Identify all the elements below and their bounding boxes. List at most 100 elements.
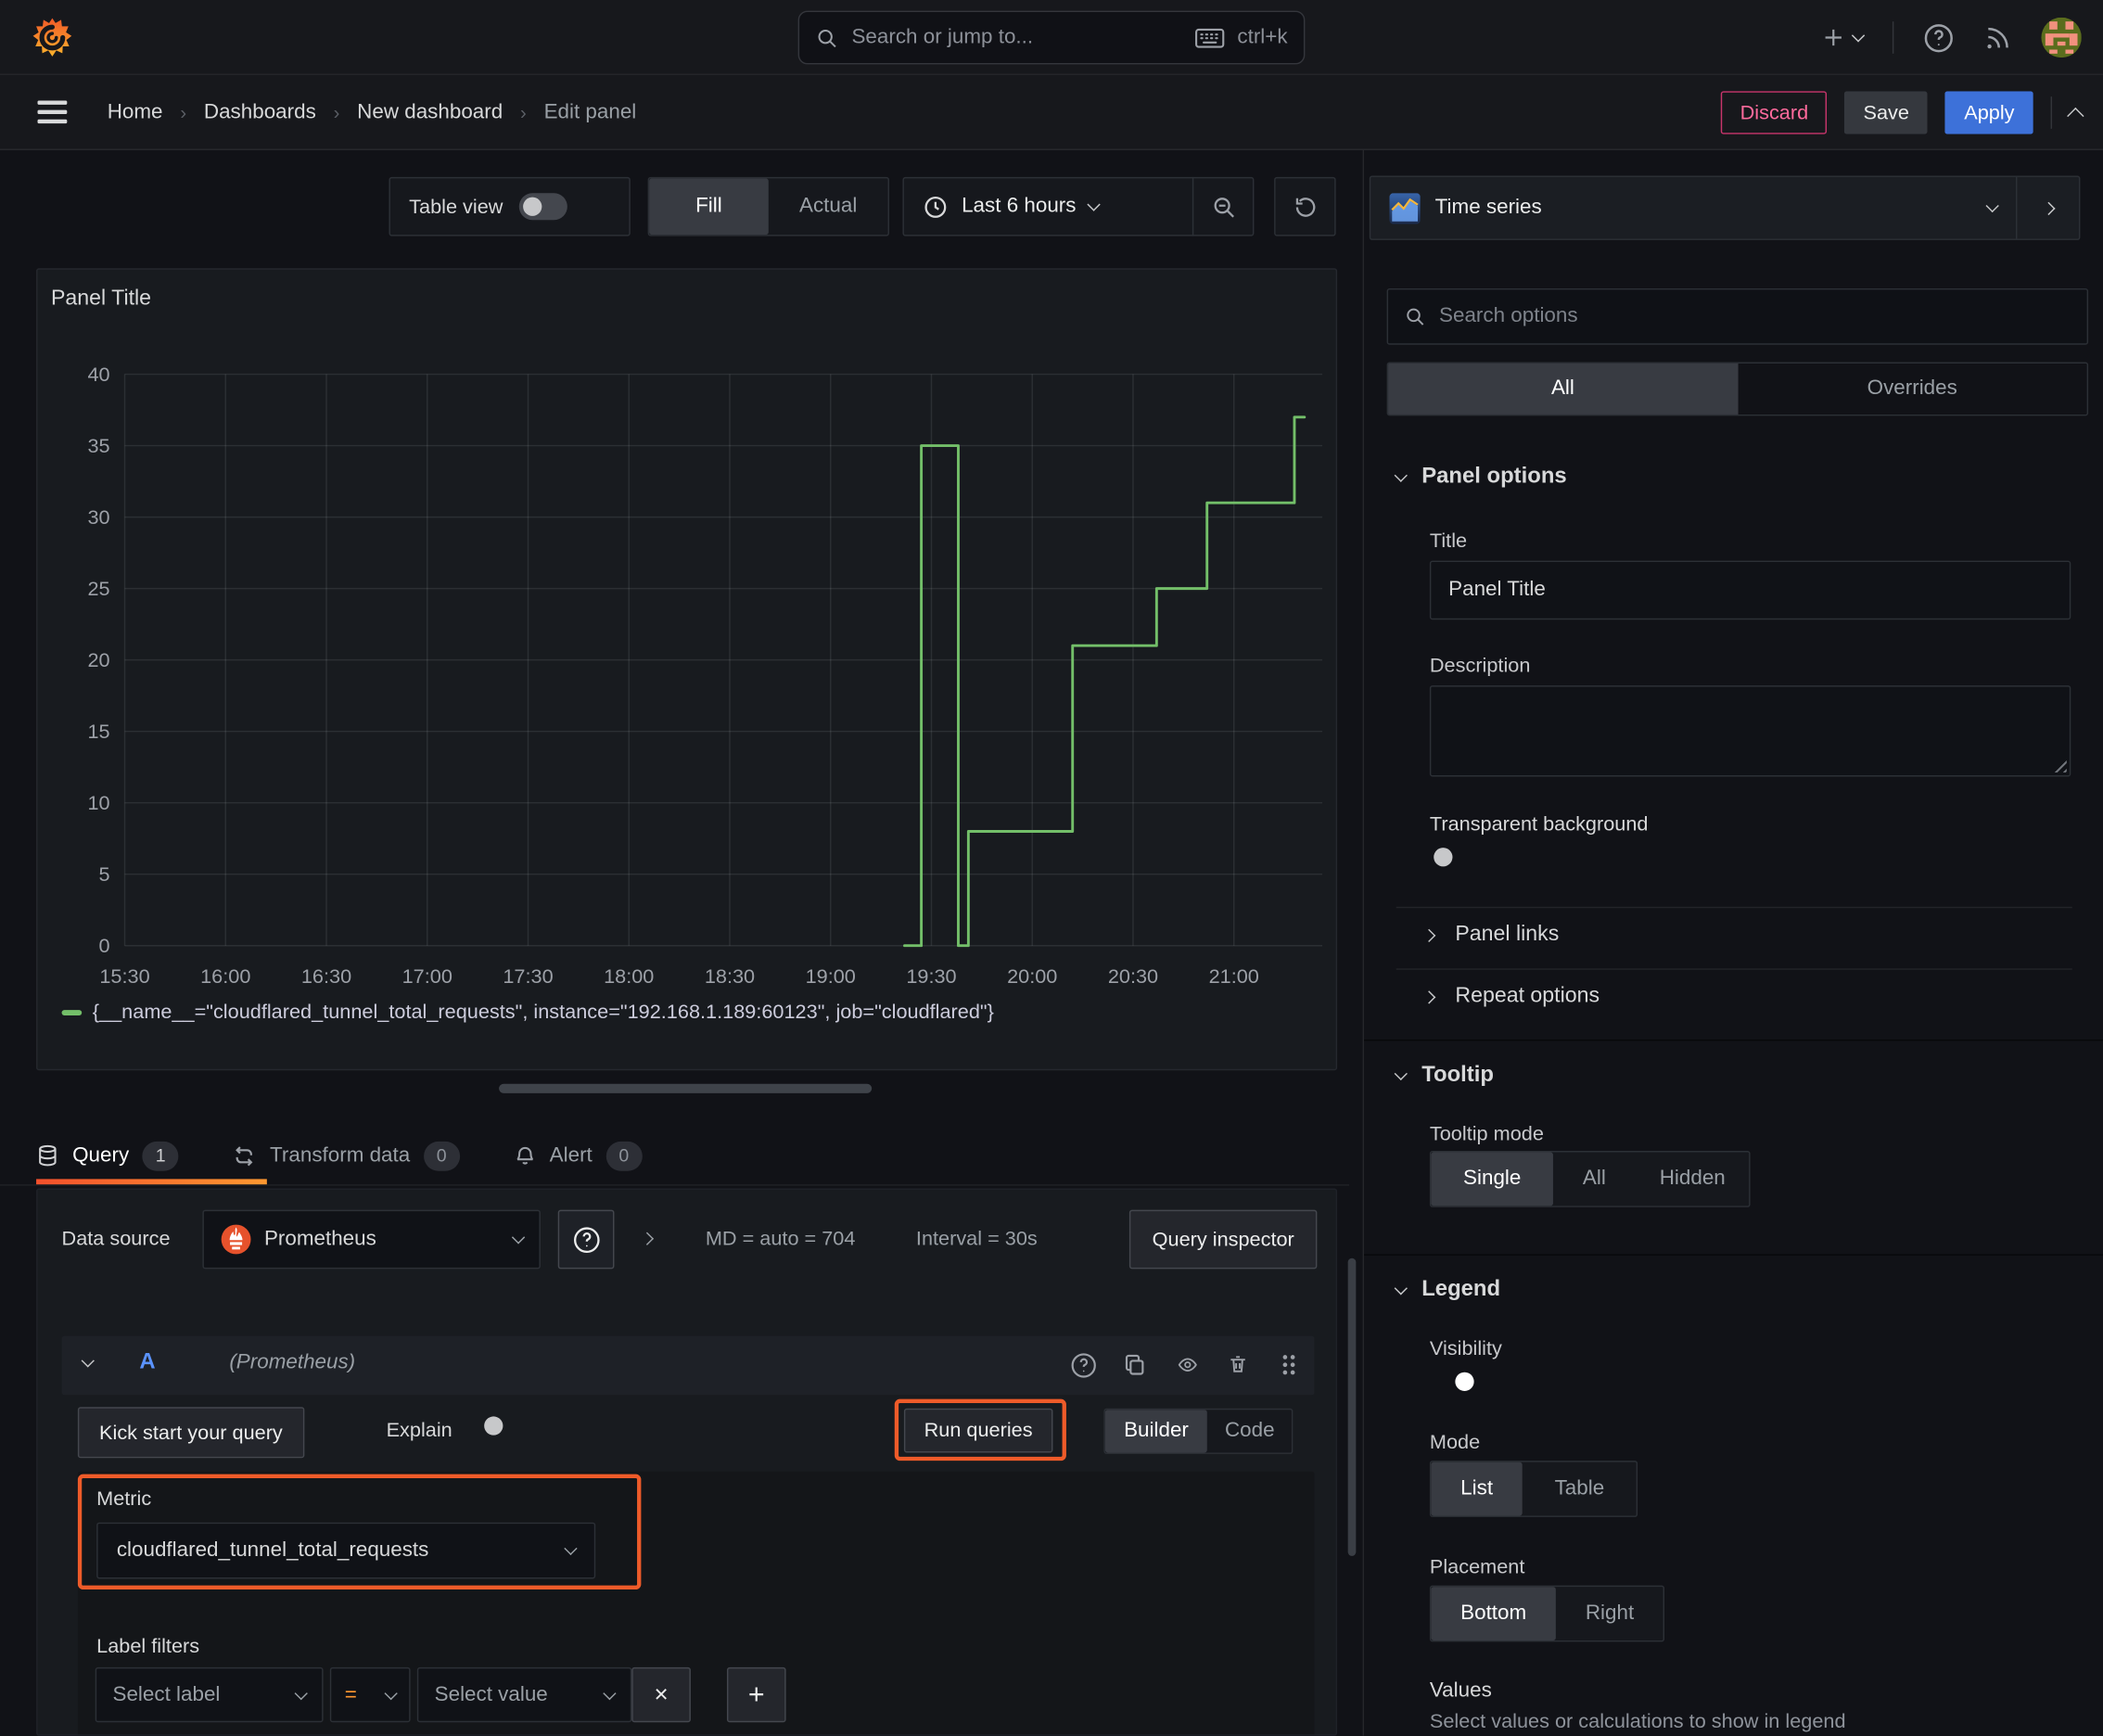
collapse-header-button[interactable] [2067, 107, 2084, 124]
breadcrumb-new-dashboard[interactable]: New dashboard [357, 100, 503, 124]
table-view-toggle[interactable] [518, 193, 567, 221]
actual-option[interactable]: Actual [769, 178, 888, 235]
database-icon [36, 1142, 59, 1168]
explain-label: Explain [386, 1419, 452, 1442]
user-avatar[interactable] [2041, 17, 2082, 58]
section-panel-links[interactable]: Panel links [1422, 923, 1559, 947]
section-tooltip[interactable]: Tooltip [1394, 1063, 1494, 1088]
query-editor-panel: Data source Prometheus MD = auto = 704 I… [36, 1188, 1338, 1736]
run-queries-button[interactable]: Run queries [903, 1408, 1053, 1453]
fill-actual-segmented: Fill Actual [647, 176, 889, 236]
collapse-query-chevron[interactable] [81, 1354, 95, 1368]
select-value-placeholder: Select value [434, 1682, 548, 1706]
tooltip-mode-hidden[interactable]: Hidden [1636, 1152, 1750, 1206]
breadcrumb-bar: Home › Dashboards › New dashboard › Edit… [0, 74, 2103, 150]
chevron-down-icon [294, 1686, 308, 1700]
legend-placement-bottom[interactable]: Bottom [1431, 1587, 1557, 1640]
editor-tabs: Query 1 Transform data 0 Alert 0 [0, 1127, 1350, 1186]
tab-overrides[interactable]: Overrides [1738, 364, 2087, 415]
hide-query-eye-icon[interactable] [1175, 1355, 1200, 1375]
toggle-viz-pane-button[interactable] [2017, 177, 2079, 239]
tab-alert[interactable]: Alert 0 [514, 1127, 643, 1184]
table-view-label: Table view [409, 195, 503, 219]
time-range-label: Last 6 hours [962, 194, 1077, 218]
select-value-dropdown[interactable]: Select value [416, 1666, 632, 1723]
legend-mode-table[interactable]: Table [1523, 1462, 1637, 1516]
query-row-header[interactable]: A (Prometheus) [61, 1335, 1315, 1396]
metric-select[interactable]: cloudflared_tunnel_total_requests [96, 1522, 596, 1579]
code-option[interactable]: Code [1207, 1410, 1292, 1452]
chevron-down-icon [1087, 198, 1102, 211]
chevron-down-icon [1394, 467, 1408, 482]
panel-resize-handle[interactable] [499, 1083, 873, 1093]
plus-icon [1821, 25, 1845, 49]
save-button[interactable]: Save [1844, 91, 1929, 134]
zoom-out-button[interactable] [1193, 177, 1253, 236]
remove-filter-button[interactable]: × [631, 1666, 691, 1723]
drag-query-handle-icon[interactable] [1280, 1352, 1298, 1377]
breadcrumb-dashboards[interactable]: Dashboards [204, 100, 316, 124]
legend-placement-right[interactable]: Right [1556, 1587, 1663, 1640]
legend-mode-segmented: List Table [1429, 1461, 1638, 1517]
query-count-badge: 1 [142, 1141, 179, 1171]
delete-query-trash-icon[interactable] [1227, 1352, 1248, 1376]
panel-title-input[interactable] [1429, 560, 2071, 620]
search-options-input[interactable]: Search options [1386, 287, 2089, 345]
datasource-picker[interactable]: Prometheus [202, 1209, 541, 1270]
datasource-help-button[interactable] [557, 1209, 615, 1270]
search-shortcut: ctrl+k [1237, 25, 1288, 49]
add-filter-button[interactable]: + [726, 1666, 786, 1723]
viz-picker[interactable]: Time series [1370, 177, 2016, 239]
section-repeat-options[interactable]: Repeat options [1422, 985, 1600, 1009]
builder-option[interactable]: Builder [1104, 1410, 1208, 1453]
refresh-button[interactable] [1274, 176, 1336, 236]
legend-values-label: Values [1429, 1679, 1492, 1703]
svg-text:19:00: 19:00 [806, 964, 856, 988]
tab-transform-data[interactable]: Transform data 0 [233, 1127, 460, 1184]
left-scrollbar-thumb[interactable] [1347, 1257, 1357, 1556]
discard-button[interactable]: Discard [1721, 91, 1828, 134]
legend-series-label[interactable]: {__name__="cloudflared_tunnel_total_requ… [93, 1001, 994, 1024]
tooltip-mode-all[interactable]: All [1553, 1152, 1636, 1206]
global-search-input[interactable]: Search or jump to... ctrl+k [797, 10, 1306, 65]
legend-mode-list[interactable]: List [1431, 1462, 1523, 1516]
transform-icon [233, 1143, 257, 1168]
section-panel-options[interactable]: Panel options [1394, 464, 1567, 489]
svg-text:21:00: 21:00 [1209, 964, 1259, 988]
time-range-picker[interactable]: Last 6 hours [904, 194, 1192, 219]
legend-swatch [61, 1009, 83, 1015]
description-textarea[interactable] [1429, 685, 2071, 777]
active-tab-underline [36, 1179, 267, 1185]
tooltip-mode-single[interactable]: Single [1431, 1152, 1554, 1206]
bell-icon [514, 1142, 537, 1168]
expand-stats-chevron[interactable] [640, 1232, 655, 1245]
nav-divider [2050, 96, 2053, 129]
tab-query[interactable]: Query 1 [36, 1127, 179, 1184]
chevron-down-icon [603, 1686, 617, 1700]
add-button[interactable] [1821, 25, 1866, 49]
panel-title[interactable]: Panel Title [51, 287, 151, 312]
tab-all[interactable]: All [1388, 363, 1738, 415]
news-rss-button[interactable] [1983, 23, 2011, 51]
title-label: Title [1429, 530, 1468, 553]
help-button[interactable] [1923, 22, 1954, 53]
panel-options-pane: Time series Search options All Overrides… [1362, 149, 2103, 1736]
breadcrumb-home[interactable]: Home [108, 100, 163, 124]
duplicate-query-icon[interactable] [1123, 1352, 1147, 1377]
fill-option[interactable]: Fill [649, 178, 769, 236]
chevron-down-icon [1985, 198, 1999, 213]
select-label-dropdown[interactable]: Select label [95, 1666, 324, 1723]
section-legend[interactable]: Legend [1394, 1277, 1500, 1302]
search-icon [815, 26, 838, 49]
query-help-icon[interactable] [1070, 1352, 1097, 1379]
grafana-logo-icon[interactable] [32, 16, 72, 66]
breadcrumb-separator: › [180, 101, 187, 124]
menu-toggle-button[interactable] [37, 100, 68, 123]
query-inspector-button[interactable]: Query inspector [1129, 1209, 1318, 1270]
svg-text:17:30: 17:30 [503, 964, 553, 988]
svg-text:16:30: 16:30 [301, 964, 351, 988]
kick-start-query-button[interactable]: Kick start your query [77, 1407, 304, 1459]
operator-dropdown[interactable]: = [329, 1666, 411, 1723]
apply-button[interactable]: Apply [1944, 91, 2033, 134]
chevron-right-icon [1422, 989, 1436, 1003]
